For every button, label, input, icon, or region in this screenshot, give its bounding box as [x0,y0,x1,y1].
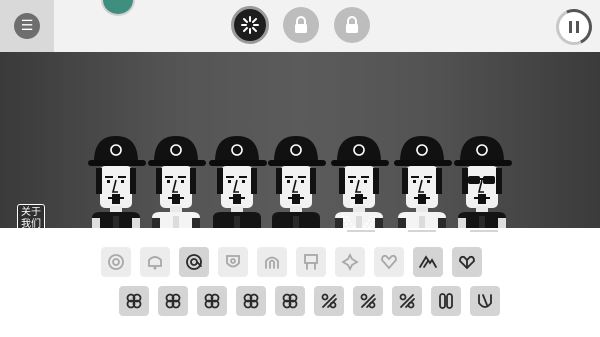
row1-tile-5[interactable] [257,247,287,277]
lock-icon [295,16,307,33]
row2-tile-1[interactable] [119,286,149,316]
row2-tile-7[interactable] [353,286,383,316]
mountain-icon [419,255,437,268]
performer-4[interactable] [266,128,328,228]
row1-tile-1[interactable] [101,247,131,277]
clover-icon [126,293,142,309]
clover-icon [282,293,298,309]
wave-icon [478,294,492,308]
mode-button-locked-2[interactable] [334,7,370,43]
lock-icon [346,16,358,33]
clover-icon [243,293,259,309]
top-bar: ☰ [0,0,600,52]
double-heart-icon [459,255,475,270]
performer-5[interactable] [329,128,391,228]
slot-indicator [347,230,375,232]
bell-icon [148,256,162,270]
about-us-button[interactable]: 关于 我们 [17,204,45,228]
slot-indicator [470,230,498,232]
slot-indicator [408,230,436,232]
row1-tile-3[interactable] [179,247,209,277]
performer-1[interactable] [86,128,148,228]
percent-icon [360,293,376,309]
stage: 关于 我们 [0,52,600,228]
row2-tile-2[interactable] [158,286,188,316]
row2-tile-4[interactable] [236,286,266,316]
row1-tile-2[interactable] [140,247,170,277]
about-label-line2: 我们 [21,219,41,228]
row1-tile-9[interactable] [413,247,443,277]
menu-button[interactable]: ☰ [14,13,40,39]
flag-icon [304,254,318,270]
percent-icon [399,293,415,309]
sparkle-icon [241,16,259,34]
at-sign-icon [186,254,202,270]
row1-tile-7[interactable] [335,247,365,277]
row2-tile-9[interactable] [431,286,461,316]
row1-tile-4[interactable] [218,247,248,277]
avatar[interactable] [101,0,135,16]
arch-icon [265,256,279,269]
shield-icon [226,255,240,268]
performer-2[interactable] [146,128,208,228]
pause-icon [569,21,579,33]
row1-tile-6[interactable] [296,247,326,277]
mode-button-active[interactable] [231,6,269,44]
performer-6[interactable] [392,128,454,228]
spark-icon [341,252,359,272]
row1-tile-8[interactable] [374,247,404,277]
clover-icon [165,293,181,309]
row1-tile-10[interactable] [452,247,482,277]
target-icon [108,254,124,270]
heart-icon [381,254,397,270]
mode-button-locked-1[interactable] [283,7,319,43]
zero-icon [439,293,453,309]
row2-tile-5[interactable] [275,286,305,316]
clover-icon [204,293,220,309]
row2-tile-3[interactable] [197,286,227,316]
menu-icon: ☰ [20,18,34,34]
pause-button[interactable] [556,9,592,45]
row2-tile-8[interactable] [392,286,422,316]
sound-palette [0,236,600,337]
performer-7[interactable] [452,128,514,228]
about-label-line1: 关于 [21,207,41,218]
row2-tile-10[interactable] [470,286,500,316]
percent-icon [321,293,337,309]
menu-area: ☰ [0,0,54,52]
performer-3[interactable] [207,128,269,228]
row2-tile-6[interactable] [314,286,344,316]
